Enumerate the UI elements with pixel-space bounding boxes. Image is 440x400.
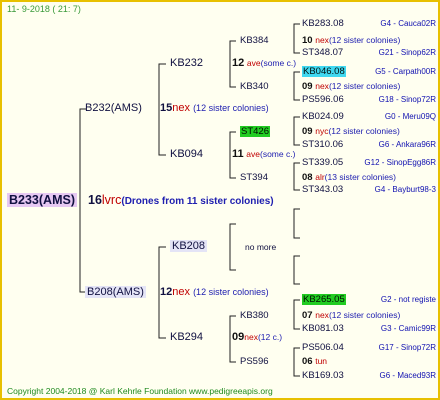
leaf-id[interactable]: PS596.06 [302,95,344,105]
ps596-mark: tun [315,356,328,366]
leaf-info: G0 - Meru09Q [384,112,436,121]
kb340-queen[interactable]: KB340 [240,82,269,92]
ps596-info: 06 tun [302,357,327,367]
st426-name: ST426 [240,126,270,137]
father-queen[interactable]: B232(AMS) [85,103,142,114]
root-mark: lvrc [101,193,122,207]
st426-gen: 09 [302,126,313,137]
ps596-gen: 06 [302,356,313,367]
kb094-name: KB094 [170,148,204,160]
kb384-note: (12 sister colonies) [328,35,401,45]
st394-info: 08 alr(13 sister colonies) [302,173,396,183]
father-info: 15nex (12 sister colonies) [160,103,269,114]
leaf-id[interactable]: ST310.06 [302,140,343,150]
mother-info: 12nex (12 sister colonies) [160,287,269,298]
st394-gen: 08 [302,172,313,183]
kb294-note: (12 c.) [257,332,283,342]
root-note: (Drones from 11 sister colonies) [121,196,274,207]
kb384-mark: nex [315,35,329,45]
timestamp: 11- 9-2018 ( 21: 7) [7,4,81,14]
mother-gen: 12 [160,286,173,298]
kb094-gen: 11 [232,148,244,160]
ps596-queen[interactable]: PS596 [240,357,269,367]
kb094-note: (some c.) [260,149,296,159]
leaf-info: G12 - SinopEgg86R [364,158,436,167]
copyright-footer: Copyright 2004-2018 @ Karl Kehrle Founda… [7,386,273,396]
kb380-mark: nex [315,310,329,320]
kb340-note: (12 sister colonies) [328,81,401,91]
kb094-info: 11 ave(some c.) [232,149,295,160]
leaf-id-label: KB265.05 [302,294,346,305]
kb380-queen[interactable]: KB380 [240,311,269,321]
kb094-mark: ave [246,149,260,159]
kb294-gen: 09 [232,331,245,343]
kb340-gen: 09 [302,81,313,92]
kb340-info: 09 nex(12 sister colonies) [302,82,400,92]
leaf-info: G3 - Camic99R [380,324,436,333]
root-name: B233(AMS) [7,193,77,207]
kb380-info: 07 nex(12 sister colonies) [302,311,400,321]
kb384-queen[interactable]: KB384 [240,36,269,46]
leaf-id[interactable]: ST348.07 [302,48,343,58]
leaf-id[interactable]: KB046.08 [302,66,346,77]
leaf-info: G4 - Bayburt98-3 [374,185,436,194]
st394-mark: alr [315,172,325,182]
kb232-note: (some c.) [260,58,297,68]
mother-mark: nex [172,286,190,298]
kb380-gen: 07 [302,310,313,321]
leaf-info: G4 - Cauca02R [380,19,436,28]
root-queen[interactable]: B233(AMS) [7,193,77,207]
kb294-mark: nex [244,332,258,342]
kb208-no-more: no more [245,242,277,252]
kb294-info: 09nex(12 c.) [232,332,282,343]
father-note: (12 sister colonies) [193,103,269,113]
root-gen: 16 [88,193,102,207]
pedigree-chart: 11- 9-2018 ( 21: 7) B233(AMS) 16lvrc(Dro… [0,0,440,400]
st394-queen[interactable]: ST394 [240,173,268,183]
leaf-id[interactable]: PS506.04 [302,343,344,353]
kb384-info: 10 nex(12 sister colonies) [302,36,400,46]
kb294-queen[interactable]: KB294 [170,332,203,343]
leaf-id[interactable]: KB169.03 [302,371,344,381]
leaf-id[interactable]: KB283.08 [302,19,344,29]
father-gen: 15 [160,102,173,114]
st426-mark: nyc [315,126,329,136]
kb384-gen: 10 [302,35,313,46]
mother-note: (12 sister colonies) [193,287,269,297]
leaf-info: G21 - Sinop62R [378,48,436,57]
root-info: 16lvrc(Drones from 11 sister colonies) [88,194,274,207]
kb294-name: KB294 [170,331,204,343]
kb232-queen[interactable]: KB232 [170,58,203,69]
leaf-info: G2 - not registe [380,295,436,304]
leaf-id[interactable]: ST343.03 [302,185,343,195]
kb208-name: KB208 [170,240,208,252]
kb340-mark: nex [315,81,329,91]
leaf-id[interactable]: KB081.03 [302,324,344,334]
father-mark: nex [172,102,190,114]
leaf-id[interactable]: KB024.09 [302,112,344,122]
st426-info: 09 nyc(12 sister colonies) [302,127,400,137]
leaf-info: G5 - Carpath00R [375,67,436,76]
st394-note: (13 sister colonies) [324,172,397,182]
father-name: B232(AMS) [85,102,142,114]
kb208-queen[interactable]: KB208 [170,240,208,252]
leaf-info: G6 - Maced93R [379,371,436,380]
leaf-id-label: KB046.08 [302,66,346,77]
leaf-info: G18 - Sinop72R [378,95,436,104]
kb232-gen: 12 [232,57,245,69]
kb094-queen[interactable]: KB094 [170,149,203,160]
kb232-mark: ave [246,58,261,68]
kb380-note: (12 sister colonies) [328,310,401,320]
leaf-info: G6 - Ankara96R [378,140,436,149]
leaf-id[interactable]: ST339.05 [302,158,343,168]
st426-queen[interactable]: ST426 [240,126,270,137]
leaf-info: G17 - Sinop72R [378,343,436,352]
mother-queen[interactable]: B208(AMS) [85,286,146,298]
st426-note: (12 sister colonies) [328,126,400,136]
mother-name: B208(AMS) [85,286,146,298]
leaf-id[interactable]: KB265.05 [302,294,346,305]
kb232-info: 12 ave(some c.) [232,58,296,69]
kb232-name: KB232 [170,57,204,69]
